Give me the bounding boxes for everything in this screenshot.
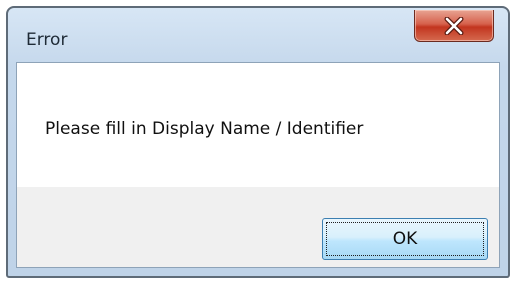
close-icon [444, 16, 464, 35]
message-area: Please fill in Display Name / Identifier [17, 63, 499, 187]
error-dialog: Error Please fill in Display Name / Iden… [6, 6, 510, 278]
dialog-body: Please fill in Display Name / Identifier… [16, 62, 500, 268]
button-row: OK [17, 187, 499, 267]
dialog-title: Error [26, 30, 68, 50]
close-button[interactable] [414, 10, 494, 42]
error-message: Please fill in Display Name / Identifier [45, 119, 364, 139]
ok-button[interactable]: OK [322, 218, 488, 260]
title-bar[interactable]: Error [8, 8, 508, 62]
